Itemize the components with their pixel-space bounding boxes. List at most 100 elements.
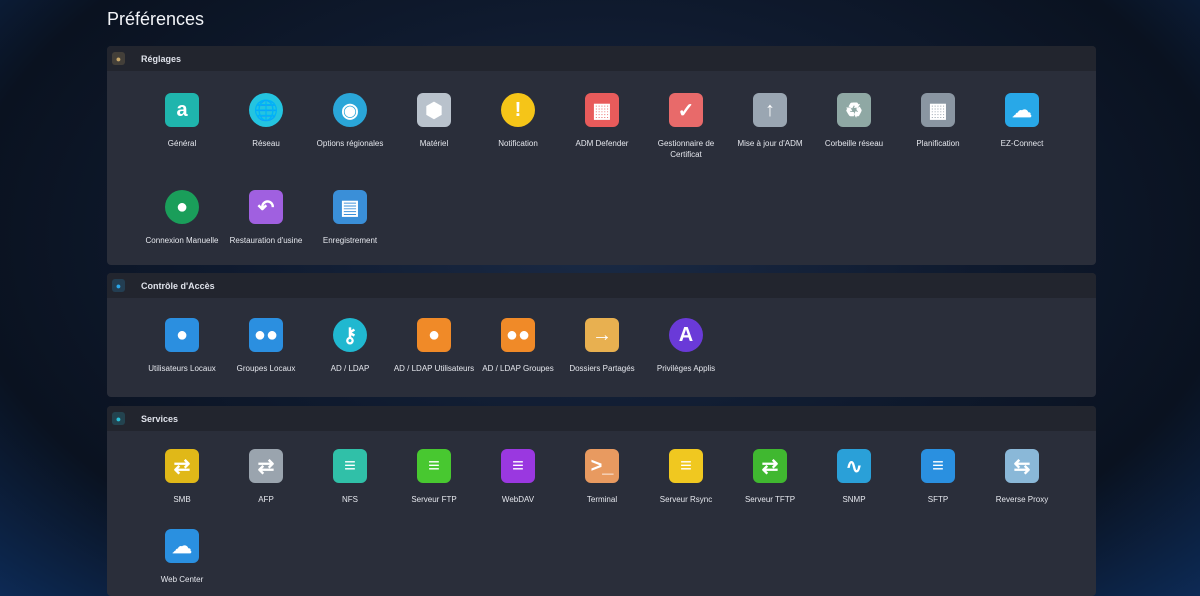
pref-item-label: SNMP <box>842 495 866 504</box>
section-0: ● Réglages a Général 🌐 Réseau ◉ Options régiona… <box>107 46 1096 265</box>
cloud-upload-icon: ☁ <box>1005 93 1039 127</box>
pref-item-network-sphere[interactable]: ● Connexion Manuelle <box>140 190 224 246</box>
pref-item-terminal[interactable]: >_ Terminal <box>560 449 644 505</box>
certificate-icon: ✓ <box>669 93 703 127</box>
pref-item-monitor-update[interactable]: ↑ Mise à jour d'ADM <box>728 93 812 160</box>
pref-item-label: Corbeille réseau <box>824 139 884 148</box>
pref-item-shield-proxy[interactable]: ⇆ Reverse Proxy <box>980 449 1064 505</box>
undo-arrow-icon: ↶ <box>249 190 283 224</box>
pref-item-web-center[interactable]: ☁ Web Center <box>140 529 224 585</box>
alert-icon: ! <box>501 93 535 127</box>
pref-item-undo-arrow[interactable]: ↶ Restauration d'usine <box>224 190 308 246</box>
section-title: Réglages <box>141 53 182 64</box>
pref-item-label: Connexion Manuelle <box>145 236 219 245</box>
pref-item-label: WebDAV <box>501 495 535 504</box>
pref-item-label: EZ-Connect <box>1000 139 1044 148</box>
pref-item-label: Matériel <box>419 139 449 148</box>
user-icon: ● <box>165 318 199 352</box>
pref-item-afp-folder[interactable]: ⇄ AFP <box>224 449 308 505</box>
pref-item-globe-pin[interactable]: ◉ Options régionales <box>308 93 392 160</box>
key-icon: ⚷ <box>333 318 367 352</box>
pref-item-label: Terminal <box>586 495 618 504</box>
section-header: ● Contrôle d'Accès <box>107 273 1096 298</box>
pref-item-shared-folder[interactable]: → Dossiers Partagés <box>560 318 644 374</box>
firewall-icon: ▦ <box>585 93 619 127</box>
pref-item-ftp-server[interactable]: ≡ Serveur FTP <box>392 449 476 505</box>
afp-folder-icon: ⇄ <box>249 449 283 483</box>
pref-item-label: Options régionales <box>316 139 384 148</box>
pref-item-label: Utilisateurs Locaux <box>148 364 216 373</box>
pref-item-label: Serveur TFTP <box>744 495 796 504</box>
pref-item-label: AD / LDAP Utilisateurs <box>393 364 475 373</box>
pref-item-label: Gestionnaire de Certificat <box>657 139 715 159</box>
pref-item-label: Enregistrement <box>322 236 378 245</box>
services-icon: ● <box>112 412 125 425</box>
pref-item-sftp-server[interactable]: ≡ SFTP <box>896 449 980 505</box>
section-2: ● Services ⇄ SMB ⇄ AFP ≡ NFS ≡ Serveur FTP ≡ WebDAV… <box>107 406 1096 596</box>
section-title: Services <box>141 413 179 424</box>
pref-item-app-privilege[interactable]: A Privilèges Applis <box>644 318 728 374</box>
pref-item-label: Groupes Locaux <box>236 364 296 373</box>
pref-item-label: Notification <box>498 139 538 148</box>
nfs-server-icon: ≡ <box>333 449 367 483</box>
recycle-bin-icon: ♻ <box>837 93 871 127</box>
pref-item-rsync-server[interactable]: ≡ Serveur Rsync <box>644 449 728 505</box>
section-title: Contrôle d'Accès <box>141 280 215 291</box>
shield-proxy-icon: ⇆ <box>1005 449 1039 483</box>
pref-item-recycle-bin[interactable]: ♻ Corbeille réseau <box>812 93 896 160</box>
section-header: ● Services <box>107 406 1096 431</box>
pref-item-tftp-folder[interactable]: ⇄ Serveur TFTP <box>728 449 812 505</box>
app-privilege-icon: A <box>669 318 703 352</box>
pref-item-label: Général <box>167 139 197 148</box>
sftp-server-icon: ≡ <box>921 449 955 483</box>
pref-item-label: Web Center <box>160 575 204 584</box>
pref-item-globe-network[interactable]: 🌐 Réseau <box>224 93 308 160</box>
pref-item-smb-folder[interactable]: ⇄ SMB <box>140 449 224 505</box>
network-sphere-icon: ● <box>165 190 199 224</box>
pref-item-snmp-monitor[interactable]: ∿ SNMP <box>812 449 896 505</box>
pref-item-asustor-a[interactable]: a Général <box>140 93 224 160</box>
terminal-icon: >_ <box>585 449 619 483</box>
pref-item-clipboard[interactable]: ▤ Enregistrement <box>308 190 392 246</box>
calendar-clock-icon: ▦ <box>921 93 955 127</box>
page-title: Préférences <box>107 9 205 29</box>
pref-item-label: ADM Defender <box>575 139 629 148</box>
pref-item-certificate[interactable]: ✓ Gestionnaire de Certificat <box>644 93 728 160</box>
section-1: ● Contrôle d'Accès ● Utilisateurs Locaux ●● G… <box>107 273 1096 397</box>
pref-item-label: Reverse Proxy <box>995 495 1049 504</box>
ldap-group-icon: ●● <box>501 318 535 352</box>
hex-nut-icon: ⬢ <box>417 93 451 127</box>
pref-item-label: NFS <box>342 495 358 504</box>
pref-item-label: Planification <box>916 139 960 148</box>
pref-item-label: AFP <box>258 495 274 504</box>
pref-item-label: Réseau <box>252 139 280 148</box>
pref-item-label: SMB <box>173 495 191 504</box>
section-header: ● Réglages <box>107 46 1096 71</box>
tftp-folder-icon: ⇄ <box>753 449 787 483</box>
pref-item-nfs-server[interactable]: ≡ NFS <box>308 449 392 505</box>
pref-item-ldap-group[interactable]: ●● AD / LDAP Groupes <box>476 318 560 374</box>
pref-item-calendar-clock[interactable]: ▦ Planification <box>896 93 980 160</box>
pref-item-users[interactable]: ●● Groupes Locaux <box>224 318 308 374</box>
pref-item-label: AD / LDAP <box>330 364 370 373</box>
pref-item-user[interactable]: ● Utilisateurs Locaux <box>140 318 224 374</box>
snmp-monitor-icon: ∿ <box>837 449 871 483</box>
ftp-server-icon: ≡ <box>417 449 451 483</box>
pref-item-hex-nut[interactable]: ⬢ Matériel <box>392 93 476 160</box>
pref-item-label: Mise à jour d'ADM <box>737 139 803 148</box>
smb-folder-icon: ⇄ <box>165 449 199 483</box>
pref-item-ldap-user[interactable]: ● AD / LDAP Utilisateurs <box>392 318 476 374</box>
pref-item-alert[interactable]: ! Notification <box>476 93 560 160</box>
pref-item-label: Serveur FTP <box>411 495 457 504</box>
webdav-server-icon: ≡ <box>501 449 535 483</box>
pref-item-label: SFTP <box>927 495 949 504</box>
pref-item-firewall[interactable]: ▦ ADM Defender <box>560 93 644 160</box>
pref-item-key[interactable]: ⚷ AD / LDAP <box>308 318 392 374</box>
pref-item-webdav-server[interactable]: ≡ WebDAV <box>476 449 560 505</box>
clipboard-icon: ▤ <box>333 190 367 224</box>
users-icon: ●● <box>249 318 283 352</box>
pref-item-label: Privilèges Applis <box>656 364 716 373</box>
globe-network-icon: 🌐 <box>249 93 283 127</box>
pref-item-cloud-upload[interactable]: ☁ EZ-Connect <box>980 93 1064 160</box>
pref-item-label: Restauration d'usine <box>229 236 303 245</box>
